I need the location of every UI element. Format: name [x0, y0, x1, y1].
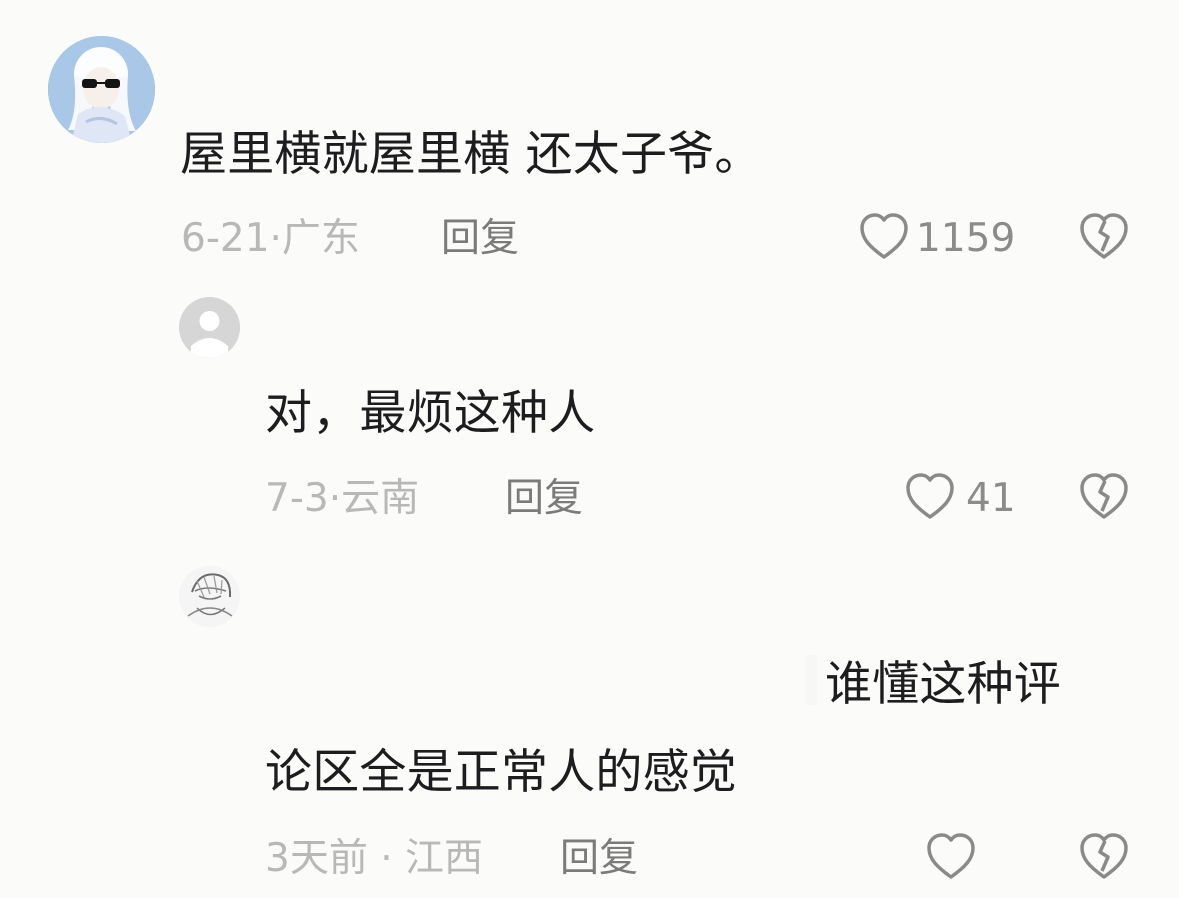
comment-date: 3天前 [265, 836, 368, 881]
heart-outline-icon[interactable] [858, 212, 910, 262]
broken-heart-icon[interactable] [1078, 212, 1130, 262]
broken-heart-icon[interactable] [1078, 832, 1130, 882]
comment-location: 广东 [281, 216, 360, 261]
broken-heart-icon[interactable] [1078, 472, 1130, 522]
comment-meta: 3天前 · 江西 [265, 836, 484, 881]
sketch-avatar-icon [179, 566, 240, 627]
like-count: 41 [966, 476, 1016, 521]
reply-button[interactable]: 回复 [505, 479, 583, 518]
comment-location: 江西 [405, 836, 484, 881]
heart-outline-icon[interactable] [925, 832, 977, 882]
like-count: 1159 [916, 216, 1016, 261]
user-avatar[interactable] [48, 36, 155, 143]
comment-meta: 6-21·广东 [181, 216, 360, 261]
comment-location: 云南 [341, 476, 420, 521]
comment-date: 6-21 [181, 216, 270, 261]
user-avatar-icon[interactable] [179, 297, 240, 358]
user-avatar[interactable] [179, 566, 240, 627]
comment-text: 对，最烦这种人 [265, 386, 596, 441]
comment-meta: 7-3·云南 [265, 476, 420, 521]
anime-avatar-icon [48, 36, 155, 143]
default-user-icon [179, 297, 240, 358]
reply-button[interactable]: 回复 [441, 219, 519, 258]
comment-text: 屋里横就屋里横 还太子爷。 [180, 127, 762, 182]
name-placeholder [805, 655, 817, 705]
comment-text-line-1: 谁懂这种评 [825, 657, 1061, 712]
comment-text-line-2: 论区全是正常人的感觉 [265, 745, 737, 800]
heart-outline-icon[interactable] [904, 472, 956, 522]
comment-date: 7-3 [265, 476, 329, 521]
reply-button[interactable]: 回复 [560, 839, 638, 878]
